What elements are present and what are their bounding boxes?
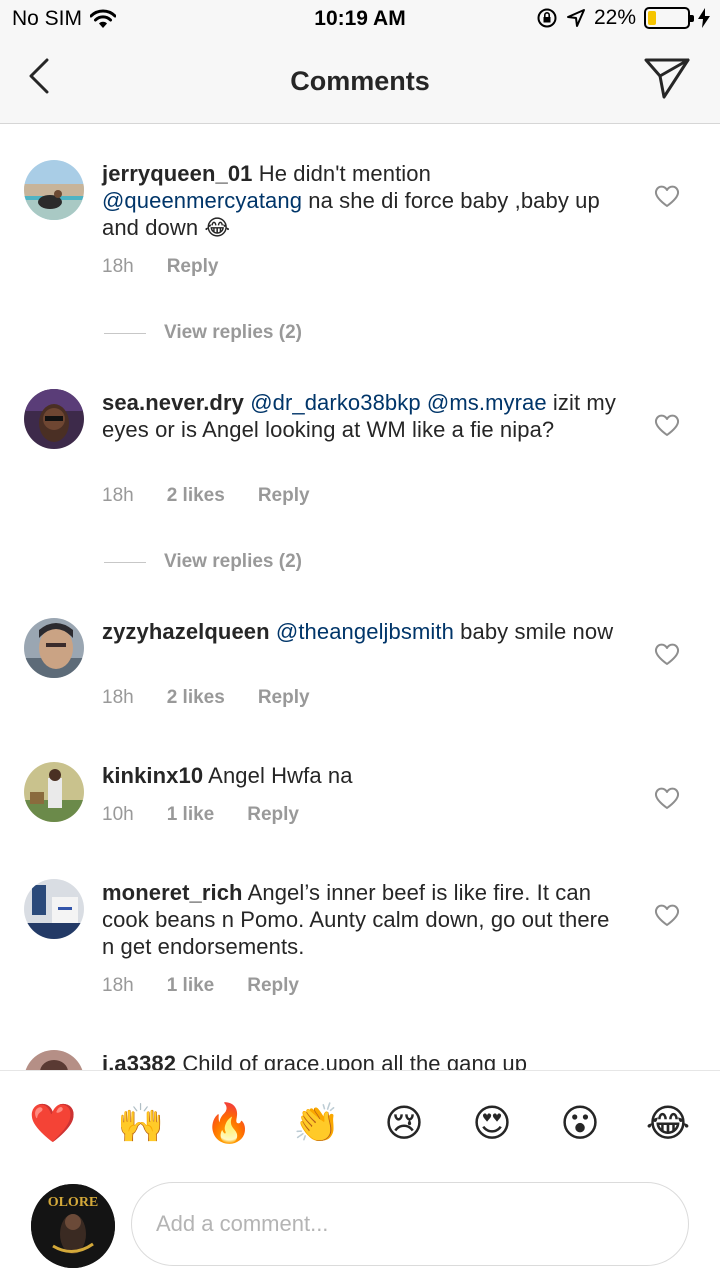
nav-bar: Comments [0, 40, 720, 124]
comments-list[interactable]: jerryqueen_01 He didn't mention @queenme… [0, 124, 720, 1070]
paper-plane-icon [644, 58, 690, 99]
reply-button[interactable]: Reply [247, 975, 299, 997]
emoji-fire[interactable]: 🔥 [205, 1101, 252, 1147]
comment-text: jerryqueen_01 He didn't mention @queenme… [102, 160, 622, 241]
emoji-clap[interactable]: 👏 [293, 1101, 340, 1147]
comment-time: 18h [102, 256, 134, 277]
comment-time: 18h [102, 485, 134, 506]
likes-count[interactable]: 1 like [167, 804, 215, 826]
comment-time: 10h [102, 804, 134, 825]
comment-text: moneret_rich Angel’s inner beef is like … [102, 879, 622, 960]
comment-text: sea.never.dry @dr_darko38bkp @ms.myrae i… [102, 389, 622, 443]
battery-level [648, 11, 656, 25]
mention-link[interactable]: @theangeljbsmith [276, 619, 454, 644]
comment-body: Angel Hwfa na [203, 763, 353, 788]
status-bar: No SIM 10:19 AM 22% [0, 0, 720, 40]
avatar-logo-text: OLORE [48, 1195, 99, 1210]
charging-bolt-icon [698, 8, 710, 28]
comment-text: i.a3382 Child of grace,upon all the gang… [102, 1050, 622, 1070]
view-replies-label: View replies (2) [164, 322, 302, 343]
comment-meta: 18h 2 likes Reply [102, 485, 310, 507]
likes-count[interactable]: 2 likes [167, 485, 225, 507]
view-replies-button[interactable]: View replies (2) [104, 551, 302, 573]
battery-icon [644, 7, 694, 29]
comment-text: zyzyhazelqueen @theangeljbsmith baby smi… [102, 618, 622, 645]
avatar[interactable] [24, 762, 84, 822]
heart-icon[interactable] [654, 413, 680, 437]
comment-username[interactable]: jerryqueen_01 [102, 161, 253, 186]
reply-button[interactable]: Reply [258, 485, 310, 507]
comment-composer: OLORE [0, 1176, 720, 1280]
avatar[interactable] [24, 1050, 84, 1070]
comment-text: kinkinx10 Angel Hwfa na [102, 762, 622, 789]
comment-username[interactable]: sea.never.dry [102, 390, 244, 415]
comment-meta: 18h 1 like Reply [102, 975, 299, 997]
comment-username[interactable]: zyzyhazelqueen [102, 619, 270, 644]
comment-username[interactable]: kinkinx10 [102, 763, 203, 788]
view-replies-label: View replies (2) [164, 551, 302, 572]
emoji-heart-eyes[interactable]: 😍 [469, 1101, 515, 1147]
reply-button[interactable]: Reply [167, 256, 219, 278]
emoji-heart[interactable]: ❤️ [29, 1101, 76, 1147]
emoji-raised-hands[interactable]: 🙌 [117, 1101, 164, 1147]
comment-username[interactable]: moneret_rich [102, 880, 243, 905]
location-arrow-icon [566, 9, 585, 27]
reply-button[interactable]: Reply [247, 804, 299, 826]
heart-icon[interactable] [654, 184, 680, 208]
comment-username[interactable]: i.a3382 [102, 1051, 176, 1070]
avatar[interactable] [24, 160, 84, 220]
view-replies-button[interactable]: View replies (2) [104, 322, 302, 344]
avatar[interactable] [24, 618, 84, 678]
heart-icon[interactable] [654, 903, 680, 927]
my-avatar: OLORE [31, 1184, 115, 1268]
comment-body: He didn't mention [252, 161, 431, 186]
emoji-crying[interactable]: 😢 [381, 1101, 427, 1147]
comment-meta: 10h 1 like Reply [102, 804, 299, 826]
comment-time: 18h [102, 687, 134, 708]
orientation-lock-icon [537, 8, 557, 28]
avatar[interactable] [24, 389, 84, 449]
status-right: 22% [536, 6, 710, 30]
heart-icon[interactable] [654, 642, 680, 666]
mention-link[interactable]: @queenmercyatang [102, 188, 302, 213]
emoji-surprised[interactable]: 😮 [557, 1101, 603, 1147]
comment-input[interactable] [131, 1182, 689, 1266]
avatar-image: OLORE [31, 1184, 115, 1268]
emoji-laughing[interactable]: 😂 [645, 1101, 691, 1147]
page-title: Comments [290, 66, 430, 96]
avatar[interactable] [24, 879, 84, 939]
mention-link[interactable]: @dr_darko38bkp @ms.myrae [250, 390, 547, 415]
reply-button[interactable]: Reply [258, 687, 310, 709]
comment-meta: 18h 2 likes Reply [102, 687, 310, 709]
battery-percent: 22% [593, 6, 636, 29]
heart-icon[interactable] [654, 786, 680, 810]
emoji-quick-bar: ❤️ 🙌 🔥 👏 😢 😍 😮 😂 [0, 1070, 720, 1176]
likes-count[interactable]: 2 likes [167, 687, 225, 709]
comment-body: Child of grace,upon all the gang up [176, 1051, 528, 1070]
comment-time: 18h [102, 975, 134, 996]
likes-count[interactable]: 1 like [167, 975, 215, 997]
share-button[interactable] [642, 54, 692, 102]
comment-meta: 18h Reply [102, 256, 218, 278]
comment-body: baby smile now [453, 619, 614, 644]
